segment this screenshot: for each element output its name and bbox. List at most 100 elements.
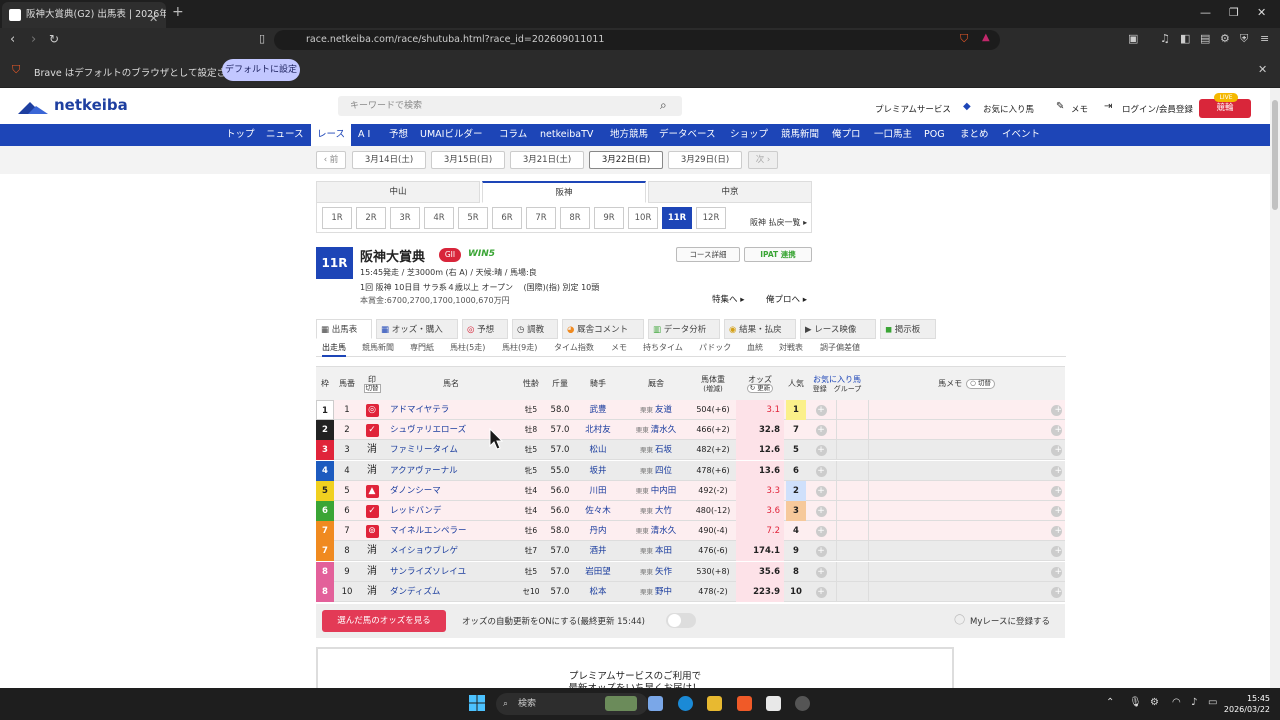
trainer-cell[interactable]: 栗東 大竹 [622, 501, 690, 521]
fav-register-cell[interactable]: + [808, 481, 834, 501]
table-row[interactable]: 8 9 消サンライズソレイユ 牡5 57.0 岩田望 栗東 矢作 530(+8) 35.6 8 + + [316, 561, 1065, 582]
mark-cell[interactable]: 消 [360, 541, 384, 561]
table-row[interactable]: 5 5 ▲ ダノンシーマ 牡4 56.0 川田 栗東 中内田 492(-2) 3.3 2 + + [316, 480, 1065, 501]
add-favorite-icon[interactable]: + [815, 425, 827, 437]
settings-icon[interactable] [795, 696, 810, 711]
race-tab[interactable]: 3R [390, 207, 420, 229]
taskbar-clock[interactable]: 15:45 2026/03/22 [1218, 693, 1270, 715]
fav-group-cell[interactable] [836, 501, 866, 521]
mark-cell[interactable]: ◎ [360, 400, 384, 420]
venue-tab-chukyo[interactable]: 中京 [648, 181, 812, 203]
payout-list-link[interactable]: 阪神 払戻一覧 ▸ [750, 217, 807, 228]
add-memo-icon[interactable]: + [1051, 586, 1062, 598]
fav-group-cell[interactable] [836, 541, 866, 562]
date-tab[interactable]: 3月15日(日) [431, 151, 505, 169]
menu-icon[interactable]: ≡ [1260, 32, 1269, 45]
set-default-button[interactable]: デフォルトに設定 [222, 59, 300, 81]
race-tab[interactable]: 6R [492, 207, 522, 229]
add-memo-icon[interactable]: + [1051, 425, 1062, 437]
forward-icon[interactable]: › [31, 32, 36, 47]
media-icon[interactable]: ♫ [1160, 32, 1170, 45]
memo-cell[interactable]: + [868, 521, 1065, 542]
wallet-icon[interactable]: ▤ [1200, 32, 1210, 45]
jockey-link[interactable]: 佐々木 [576, 501, 620, 521]
site-search-input[interactable]: キーワードで検索 [338, 96, 682, 116]
sidebar-icon[interactable]: ▣ [1128, 32, 1138, 45]
jockey-link[interactable]: 岩田望 [576, 562, 620, 582]
add-favorite-icon[interactable]: + [815, 546, 827, 558]
add-memo-icon[interactable]: + [1051, 566, 1062, 578]
horse-name-link[interactable]: レッドバンデ [386, 501, 516, 521]
add-favorite-icon[interactable]: + [815, 405, 827, 416]
subtab-umabashira5[interactable]: 馬柱(5走) [450, 342, 485, 353]
nav-pog[interactable]: POG [924, 124, 945, 146]
race-tab[interactable]: 1R [322, 207, 352, 229]
add-memo-icon[interactable]: + [1051, 506, 1062, 517]
nav-column[interactable]: コラム [499, 124, 527, 146]
table-row[interactable]: 2 2 ✓ シュヴァリエローズ 牡8 57.0 北村友 栗東 清水久 466(+2) 32.8 7 + + [316, 420, 1065, 441]
subtab-time-index[interactable]: タイム指数 [554, 342, 594, 353]
tab-video[interactable]: ▶ レース映像 [800, 319, 876, 339]
add-memo-icon[interactable]: + [1051, 546, 1062, 558]
nav-news[interactable]: ニュース [266, 124, 304, 146]
edge-icon[interactable] [678, 696, 693, 711]
subtab-umabashira9[interactable]: 馬柱(9走) [502, 342, 537, 353]
table-row[interactable]: 3 3 消ファミリータイム 牡5 57.0 松山 栗東 石坂 482(+2) 12.6 5 + + [316, 440, 1065, 461]
windows-start-icon[interactable] [469, 695, 485, 711]
next-date-button[interactable]: 次 › [748, 151, 778, 169]
tab-data[interactable]: ▥ データ分析 [648, 319, 720, 339]
trainer-cell[interactable]: 栗東 清水久 [622, 420, 690, 440]
vpn-icon[interactable]: ⛨ [1240, 32, 1248, 46]
nav-local-racing[interactable]: 地方競馬 [610, 124, 648, 146]
network-icon[interactable]: ⚙ [1150, 697, 1159, 708]
race-tab-active[interactable]: 11R [662, 207, 692, 229]
add-favorite-icon[interactable]: + [815, 506, 827, 517]
odds-refresh-button[interactable]: ↻ 更新 [746, 383, 774, 394]
memo-cell[interactable]: + [868, 480, 1065, 501]
microphone-icon[interactable]: 🎙 [1129, 697, 1142, 708]
fav-group-cell[interactable] [836, 440, 866, 461]
add-favorite-icon[interactable]: + [815, 526, 827, 538]
jockey-link[interactable]: 松本 [576, 582, 620, 602]
fav-register-cell[interactable]: + [808, 562, 834, 582]
course-detail-button[interactable]: コース詳細 [676, 247, 740, 262]
reload-icon[interactable]: ↻ [49, 32, 59, 46]
add-memo-icon[interactable]: + [1051, 405, 1062, 416]
trainer-cell[interactable]: 栗東 野中 [622, 582, 690, 602]
nav-umai-builder[interactable]: UMAIビルダー [420, 124, 482, 146]
add-memo-icon[interactable]: + [1051, 485, 1062, 497]
trainer-link[interactable]: 中内田 [651, 486, 677, 496]
trainer-cell[interactable]: 栗東 友道 [622, 400, 690, 420]
trainer-link[interactable]: 友道 [655, 405, 672, 415]
fav-group-cell[interactable] [836, 460, 866, 481]
race-tab[interactable]: 12R [696, 207, 726, 229]
horse-name-link[interactable]: ダンディズム [386, 582, 516, 602]
subtab-versus[interactable]: 対戦表 [779, 342, 803, 353]
copilot-icon[interactable] [648, 696, 663, 711]
notepad-icon[interactable] [766, 696, 781, 711]
prev-date-button[interactable]: ‹ 前 [316, 151, 346, 169]
search-icon[interactable]: ⌕ [660, 98, 667, 113]
trainer-link[interactable]: 石坂 [655, 445, 672, 455]
add-favorite-icon[interactable]: + [815, 586, 827, 598]
close-tab-icon[interactable]: ✕ [149, 6, 158, 28]
back-icon[interactable]: ‹ [10, 32, 15, 47]
memo-cell[interactable]: + [868, 541, 1065, 562]
add-favorite-icon[interactable]: + [815, 445, 827, 457]
mark-cell[interactable]: ▲ [360, 481, 384, 501]
nav-matome[interactable]: まとめ [960, 124, 989, 146]
mark-cell[interactable]: ✓ [360, 420, 384, 440]
venue-tab-hanshin[interactable]: 阪神 [482, 181, 646, 203]
nav-newspaper[interactable]: 競馬新聞 [781, 124, 819, 146]
memo-cell[interactable]: + [868, 501, 1065, 521]
login-link[interactable]: ログイン/会員登録 [1122, 103, 1193, 115]
race-tab[interactable]: 10R [628, 207, 658, 229]
site-logo[interactable]: netkeiba [54, 96, 128, 114]
venue-tab-nakayama[interactable]: 中山 [316, 181, 480, 203]
mark-cell[interactable]: 消 [360, 440, 384, 460]
brave-rewards-icon[interactable]: ▲ [982, 32, 990, 43]
memo-cell[interactable]: + [868, 400, 1065, 420]
ipat-button[interactable]: IPAT 連携 [744, 247, 812, 262]
subtab-memo[interactable]: メモ [611, 342, 627, 353]
fav-group-cell[interactable] [836, 521, 866, 542]
